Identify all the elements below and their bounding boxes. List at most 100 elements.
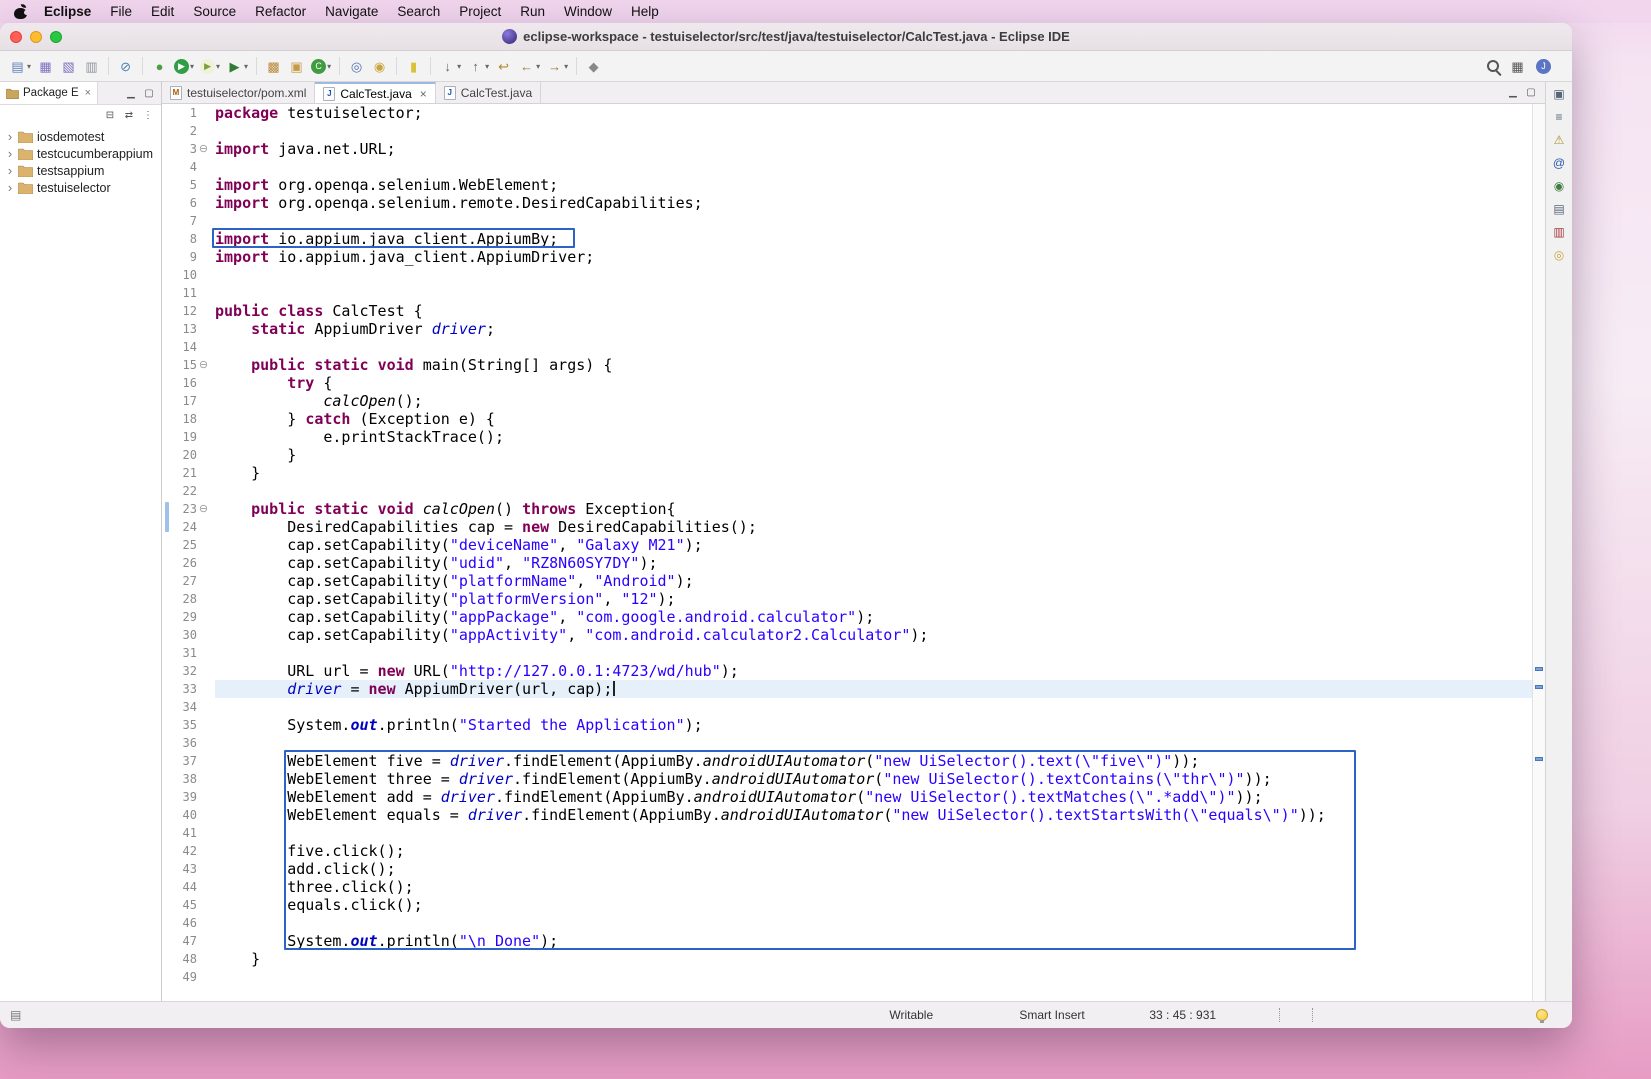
link-with-editor-icon[interactable]: ⇄ [121,107,137,123]
tree-item-testsappium[interactable]: ›testsappium [0,162,161,179]
maximize-view-icon[interactable]: ▢ [141,85,157,101]
close-window-button[interactable] [10,31,22,43]
menu-item-window[interactable]: Window [564,4,612,19]
line-number: 31 [174,646,197,660]
save-button[interactable]: ▦ [34,55,57,78]
coverage-button[interactable]: ▶▾ [197,55,223,78]
line-number: 28 [174,592,197,606]
coverage-view-icon[interactable]: ▥ [1549,223,1569,241]
open-type-button[interactable]: ◎ [345,55,368,78]
save-all-button[interactable]: ▧ [57,55,80,78]
gutter-line: 26 [172,554,210,572]
editor-tab-2[interactable]: JCalcTest.java× [315,82,435,103]
status-separator [1279,1008,1280,1022]
open-perspective-button[interactable]: ▦ [1506,55,1529,78]
menu-item-refactor[interactable]: Refactor [255,4,306,19]
status-separator [1312,1008,1313,1022]
restore-views-icon[interactable]: ▣ [1549,85,1569,103]
close-tab-icon[interactable]: × [420,87,427,101]
debug-button[interactable]: ● [148,55,171,78]
gutter-line: 2 [172,122,210,140]
problems-view-icon[interactable]: ⚠ [1549,131,1569,149]
javadoc-view-icon[interactable]: @ [1549,154,1569,172]
save-icon: ▦ [37,58,54,75]
line-number: 43 [174,862,197,876]
editor-tab-1[interactable]: Mtestuiselector/pom.xml [162,82,315,103]
new-package-button[interactable]: ▣ [285,55,308,78]
menu-item-file[interactable]: File [110,4,132,19]
close-view-icon[interactable]: × [85,87,91,99]
menu-item-run[interactable]: Run [520,4,545,19]
tree-item-testuiselector[interactable]: ›testuiselector [0,179,161,196]
apple-menu-icon[interactable] [14,4,27,19]
minimize-view-icon[interactable]: ▁ [123,85,139,101]
chevron-right-icon[interactable]: › [6,147,14,160]
toolbar-search-button[interactable] [1484,55,1502,78]
tree-item-iosdemotest[interactable]: ›iosdemotest [0,128,161,145]
lightbulb-icon[interactable] [1536,1009,1548,1021]
code-line [215,824,1532,842]
menu-item-navigate[interactable]: Navigate [325,4,378,19]
tree-item-testcucumberappium[interactable]: ›testcucumberappium [0,145,161,162]
pin-editor-button[interactable]: ◆ [582,55,605,78]
dropdown-arrow-icon: ▾ [564,62,568,71]
prev-annotation-button[interactable]: ↑▾ [464,55,492,78]
new-class-button[interactable]: C▾ [308,55,334,78]
console-view-icon[interactable]: ▤ [1549,200,1569,218]
mark-occurrences-button[interactable]: ▮ [402,55,425,78]
view-menu-icon[interactable]: ⋮ [140,107,156,123]
status-left-icon[interactable]: ▤ [10,1008,21,1022]
code-area[interactable]: package testuiselector;import java.net.U… [210,104,1532,986]
skip-breakpoints-button[interactable]: ⊘ [114,55,137,78]
external-tools-button[interactable]: ▶▾ [223,55,251,78]
menu-item-project[interactable]: Project [459,4,501,19]
toolbar-separator [256,57,257,75]
back-button[interactable]: ←▾ [515,55,543,78]
line-number-ruler[interactable]: 123⊖456789101112131415⊖1617181920212223⊖… [172,104,210,1001]
line-number: 5 [174,178,197,192]
new-package-icon: ▣ [288,58,305,75]
chevron-right-icon[interactable]: › [6,164,14,177]
chevron-right-icon[interactable]: › [6,130,14,143]
new-java-project-button[interactable]: ▩ [262,55,285,78]
fold-collapse-icon: ⊖ [197,356,210,374]
code-line: cap.setCapability("appActivity", "com.an… [215,626,1532,644]
gutter-line: 46 [172,914,210,932]
title-bar[interactable]: eclipse-workspace - testuiselector/src/t… [0,23,1572,51]
line-number: 7 [174,214,197,228]
maximize-editor-icon[interactable]: ▢ [1523,85,1539,101]
toolbar-search-icon [1487,60,1499,72]
menu-item-source[interactable]: Source [193,4,236,19]
code-line: cap.setCapability("deviceName", "Galaxy … [215,536,1532,554]
overview-ruler[interactable] [1532,104,1545,1001]
print-button[interactable]: ▥ [80,55,103,78]
code-line: cap.setCapability("platformVersion", "12… [215,590,1532,608]
declaration-view-icon[interactable]: ◉ [1549,177,1569,195]
package-explorer-tab[interactable]: Package E × [0,82,98,104]
code-line [215,968,1532,986]
menu-eclipse[interactable]: Eclipse [44,4,91,19]
minimize-editor-icon[interactable]: ▁ [1505,85,1521,101]
menu-item-search[interactable]: Search [397,4,440,19]
annotation-ruler[interactable] [162,104,172,1001]
gutter-line: 17 [172,392,210,410]
gutter-line: 3⊖ [172,140,210,158]
last-edit-location-button[interactable]: ↩ [492,55,515,78]
status-writable: Writable [889,1008,1019,1022]
next-annotation-button[interactable]: ↓▾ [436,55,464,78]
minimize-window-button[interactable] [30,31,42,43]
editor-tab-3[interactable]: JCalcTest.java [436,82,541,103]
java-perspective-button[interactable]: J [1533,55,1554,78]
collapse-all-icon[interactable]: ⊟ [102,107,118,123]
search-view-icon[interactable]: ◎ [1549,246,1569,264]
menu-item-edit[interactable]: Edit [151,4,174,19]
zoom-window-button[interactable] [50,31,62,43]
menu-item-help[interactable]: Help [631,4,659,19]
new-wizard-button[interactable]: ▤▾ [6,55,34,78]
run-button[interactable]: ▶▾ [171,55,197,78]
chevron-right-icon[interactable]: › [6,181,14,194]
outline-view-icon[interactable]: ≡ [1549,108,1569,126]
forward-button[interactable]: →▾ [543,55,571,78]
search-button[interactable]: ◉ [368,55,391,78]
workbench-area: Package E × ▁▢ ⊟⇄⋮ ›iosdemotest›testcucu… [0,82,1572,1001]
